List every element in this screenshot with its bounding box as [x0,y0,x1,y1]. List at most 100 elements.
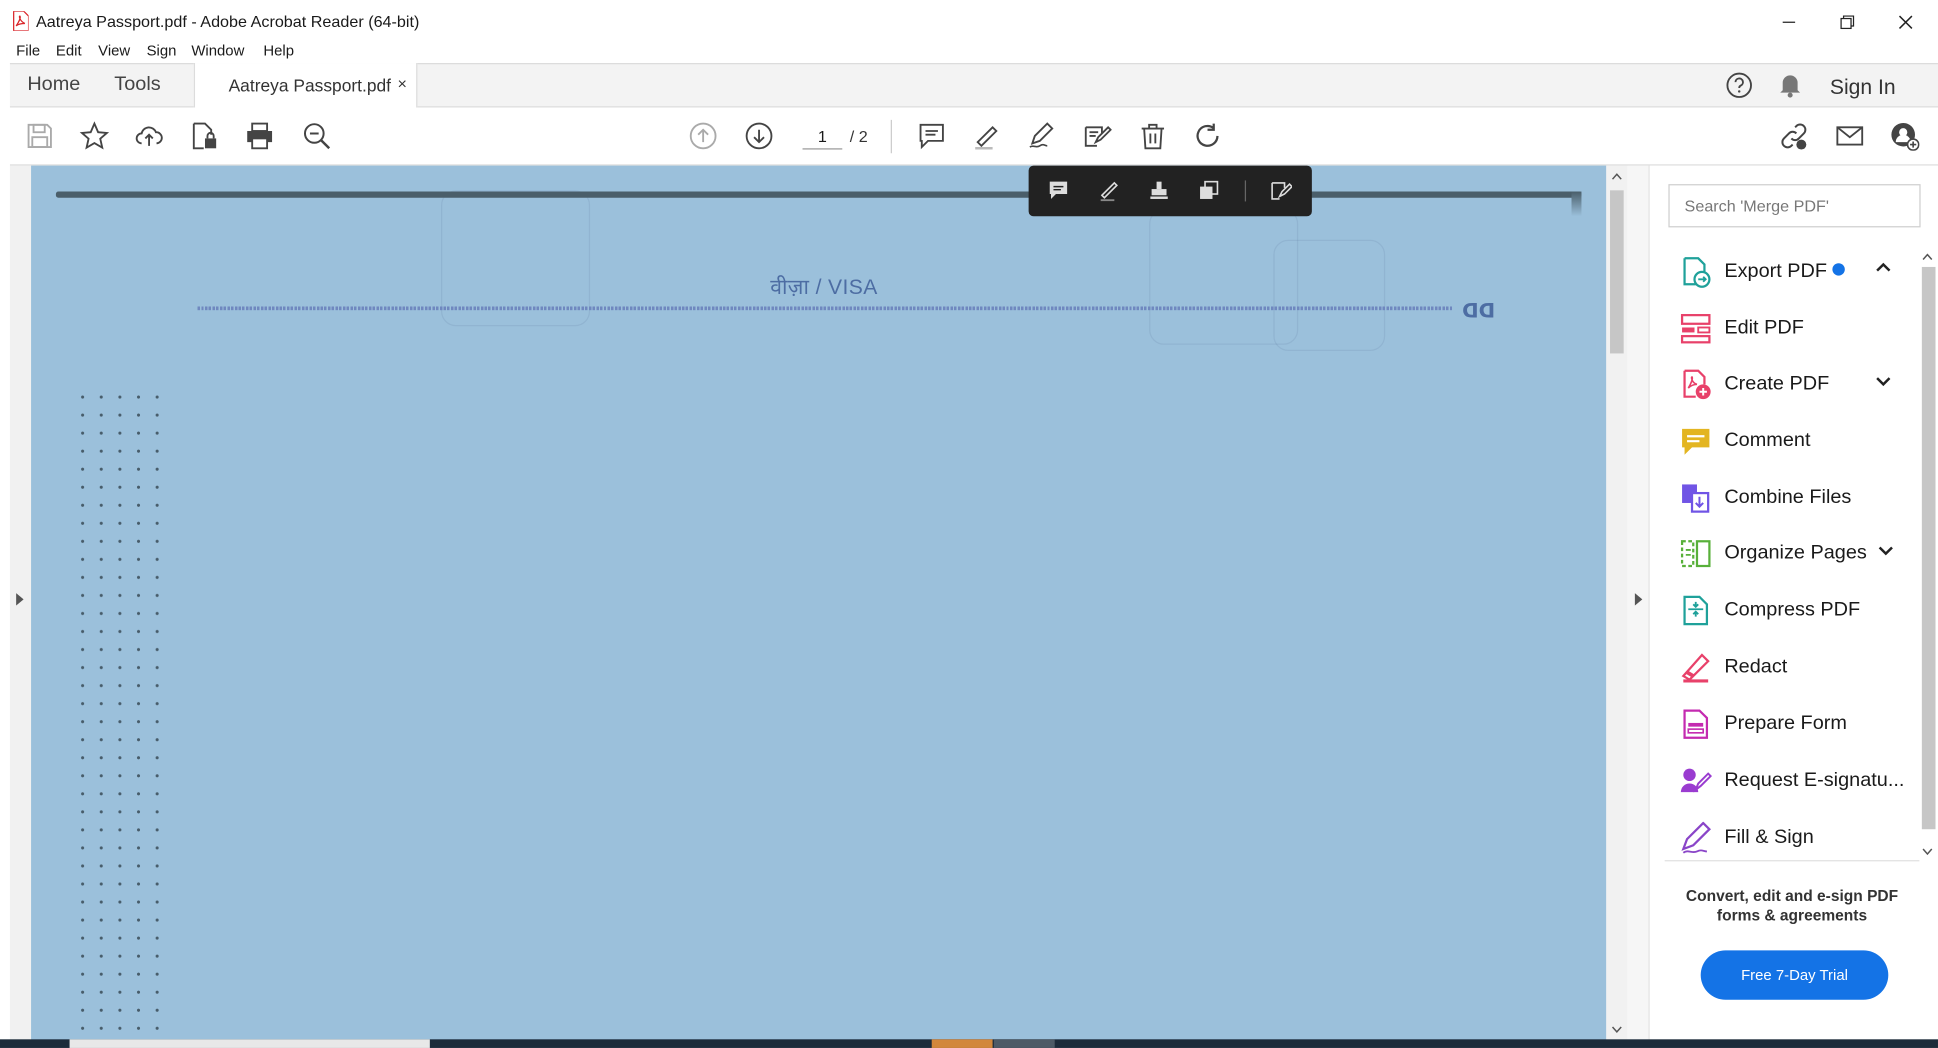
rotate-icon[interactable] [1193,121,1223,151]
close-icon[interactable] [1888,7,1923,37]
minimize-icon[interactable] [1772,7,1807,37]
tool-label: Redact [1724,656,1788,678]
menu-bar: File Edit View Sign Window Help [0,41,1938,63]
highlight-icon[interactable] [1098,179,1120,202]
next-page-icon[interactable] [744,121,774,151]
edit-pdf-icon[interactable] [1270,179,1292,201]
help-icon[interactable] [1726,72,1753,105]
page-number-input[interactable]: 1 [802,125,843,150]
comment-tool-icon [1680,425,1712,457]
menu-view[interactable]: View [98,42,130,59]
taskbar-search-area[interactable] [69,1039,430,1048]
tab-home[interactable]: Home [27,74,80,96]
document-tab-label: Aatreya Passport.pdf [228,75,392,96]
previous-page-icon[interactable] [688,121,718,151]
pdf-app-icon [12,10,30,32]
right-panel-toggle-strip [1627,165,1650,1041]
close-tab-icon[interactable]: × [398,74,407,93]
tab-bar: Home Tools Aatreya Passport.pdf × Sign I… [9,63,1938,108]
copy-icon[interactable] [1198,179,1220,201]
organize-pages-icon [1680,538,1712,570]
fill-sign-icon[interactable] [1082,121,1112,151]
tools-scroll-down-arrow[interactable] [1922,845,1933,857]
share-link-icon[interactable] [1779,121,1809,151]
tab-tools[interactable]: Tools [114,74,160,96]
scroll-down-arrow[interactable] [1611,1023,1622,1035]
prepare-form-icon [1680,708,1712,740]
promo-text: Convert, edit and e-sign PDF forms & agr… [1685,887,1899,925]
tool-export-pdf[interactable]: Export PDF [1680,252,1916,292]
taskbar-app-button[interactable] [993,1039,1055,1048]
chevron-up-icon[interactable] [1873,258,1893,278]
document-scroll-thumb[interactable] [1610,190,1624,354]
stamp-icon[interactable] [1148,179,1170,201]
floating-toolbar-divider [1244,180,1247,202]
menu-window[interactable]: Window [191,42,244,59]
page-total: / 2 [849,127,868,146]
email-icon[interactable] [1835,121,1865,151]
chevron-down-icon[interactable] [1873,371,1893,391]
tools-search-input[interactable]: Search 'Merge PDF' [1668,184,1921,228]
add-user-icon[interactable] [1890,121,1920,151]
new-badge-icon [1832,263,1845,276]
menu-edit[interactable]: Edit [56,42,82,59]
export-pdf-icon [1680,256,1712,288]
comment-icon[interactable] [917,121,947,151]
tool-edit-pdf[interactable]: Edit PDF [1680,309,1916,349]
visa-emblem: ᗡᗡ [1462,301,1496,323]
combine-files-icon [1680,482,1712,514]
sign-icon[interactable] [1027,121,1057,151]
tool-redact[interactable]: Redact [1680,648,1916,688]
visa-title: वीज़ा / VISA [770,275,878,300]
protect-file-icon[interactable] [189,121,219,151]
star-icon[interactable] [79,121,110,151]
zoom-search-icon[interactable] [302,121,332,151]
print-icon[interactable] [245,121,275,151]
visa-microprint-line [197,306,1453,311]
taskbar-app-button[interactable] [931,1039,993,1048]
bell-icon[interactable] [1778,72,1803,105]
tool-request-esignatures[interactable]: Request E-signatu... [1680,761,1916,801]
tool-label: Fill & Sign [1724,826,1814,848]
highlight-icon[interactable] [971,121,1001,151]
document-page-view[interactable]: वीज़ा / VISA ᗡᗡ [31,165,1607,1041]
page-top-edge [55,191,1582,198]
tools-scroll-up-arrow[interactable] [1922,251,1933,263]
cloud-upload-icon[interactable] [134,121,164,151]
tab-document[interactable]: Aatreya Passport.pdf × [193,63,418,108]
tool-label: Comment [1724,430,1811,452]
menu-help[interactable]: Help [263,42,294,59]
window-title-bar: Aatreya Passport.pdf - Adobe Acrobat Rea… [0,0,1938,43]
menu-sign[interactable]: Sign [147,42,177,59]
menu-file[interactable]: File [16,42,40,59]
tool-comment[interactable]: Comment [1680,421,1916,461]
window-title: Aatreya Passport.pdf - Adobe Acrobat Rea… [36,12,420,31]
expand-left-panel-icon[interactable] [15,593,25,608]
tool-combine-files[interactable]: Combine Files [1680,478,1916,518]
free-trial-button[interactable]: Free 7-Day Trial [1700,950,1889,1000]
tool-organize-pages[interactable]: Organize Pages [1680,534,1916,574]
tool-fill-sign[interactable]: Fill & Sign [1680,818,1916,858]
tool-label: Organize Pages [1724,542,1867,564]
save-icon[interactable] [25,121,55,151]
tools-scroll-thumb[interactable] [1921,266,1936,830]
tool-label: Combine Files [1724,486,1852,508]
document-scrollbar[interactable] [1606,165,1628,1041]
page-top-edge-corner [1571,191,1582,217]
tools-scrollbar[interactable] [1918,247,1938,861]
collapse-right-panel-icon[interactable] [1634,593,1644,608]
delete-icon[interactable] [1138,121,1168,151]
tool-create-pdf[interactable]: Create PDF [1680,365,1916,405]
chevron-down-icon[interactable] [1876,540,1896,560]
restore-icon[interactable] [1830,7,1865,37]
compress-pdf-icon [1680,594,1712,626]
tool-label: Request E-signatu... [1724,769,1905,791]
tool-label: Edit PDF [1724,317,1804,339]
toolbar-divider [890,119,892,154]
sign-in-button[interactable]: Sign In [1830,75,1896,100]
tool-compress-pdf[interactable]: Compress PDF [1680,591,1916,631]
comment-icon[interactable] [1047,179,1069,201]
main-toolbar: 1 / 2 [9,107,1938,166]
scroll-up-arrow[interactable] [1611,171,1622,183]
tool-prepare-form[interactable]: Prepare Form [1680,704,1916,744]
